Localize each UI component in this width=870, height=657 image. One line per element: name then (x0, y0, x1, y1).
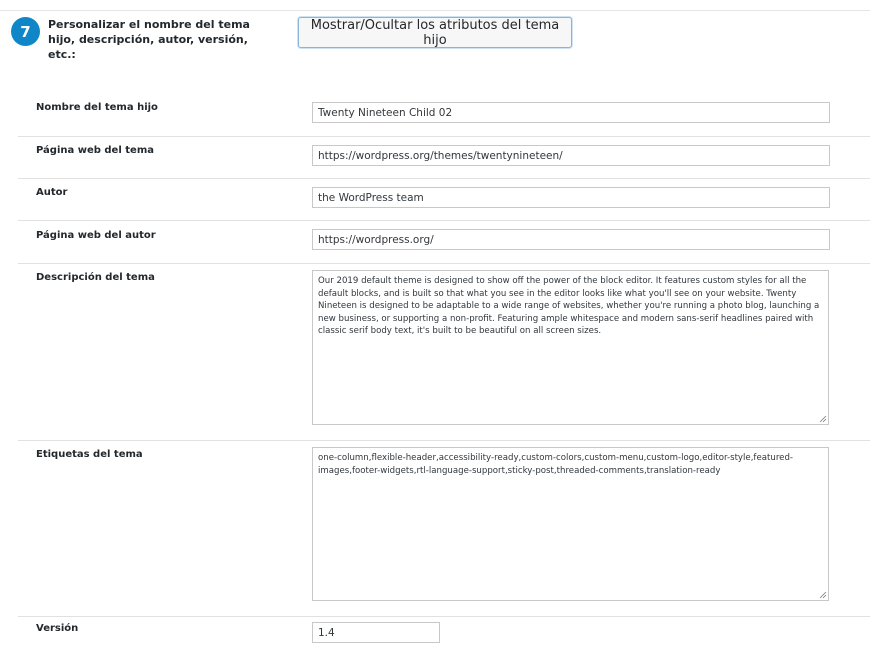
description-label: Descripción del tema (36, 272, 155, 283)
row-divider (18, 178, 870, 179)
top-divider (0, 10, 870, 11)
author-website-input[interactable]: https://wordpress.org/ (312, 229, 830, 250)
toggle-attributes-button[interactable]: Mostrar/Ocultar los atributos del tema h… (298, 17, 572, 48)
author-label: Autor (36, 187, 68, 198)
resize-handle-icon[interactable] (819, 415, 827, 423)
step-title: Personalizar el nombre del tema hijo, de… (48, 18, 250, 61)
child-theme-name-input[interactable]: Twenty Nineteen Child 02 (312, 102, 830, 123)
version-label: Versión (36, 623, 79, 634)
resize-handle-icon[interactable] (819, 591, 827, 599)
row-divider (18, 616, 870, 617)
description-text: Our 2019 default theme is designed to sh… (318, 276, 820, 337)
description-textarea[interactable]: Our 2019 default theme is designed to sh… (312, 270, 829, 425)
row-divider (18, 220, 870, 221)
theme-website-label: Página web del tema (36, 145, 154, 156)
author-website-label: Página web del autor (36, 230, 156, 241)
step-number-badge: 7 (11, 17, 40, 46)
row-divider (18, 263, 870, 264)
tags-textarea[interactable]: one-column,flexible-header,accessibility… (312, 447, 829, 601)
theme-website-input[interactable]: https://wordpress.org/themes/twentyninet… (312, 145, 830, 166)
row-divider (18, 440, 870, 441)
tags-label: Etiquetas del tema (36, 449, 143, 460)
child-theme-name-label: Nombre del tema hijo (36, 102, 158, 113)
tags-text: one-column,flexible-header,accessibility… (318, 453, 794, 476)
author-input[interactable]: the WordPress team (312, 187, 830, 208)
version-input[interactable]: 1.4 (312, 622, 440, 643)
row-divider (18, 136, 870, 137)
